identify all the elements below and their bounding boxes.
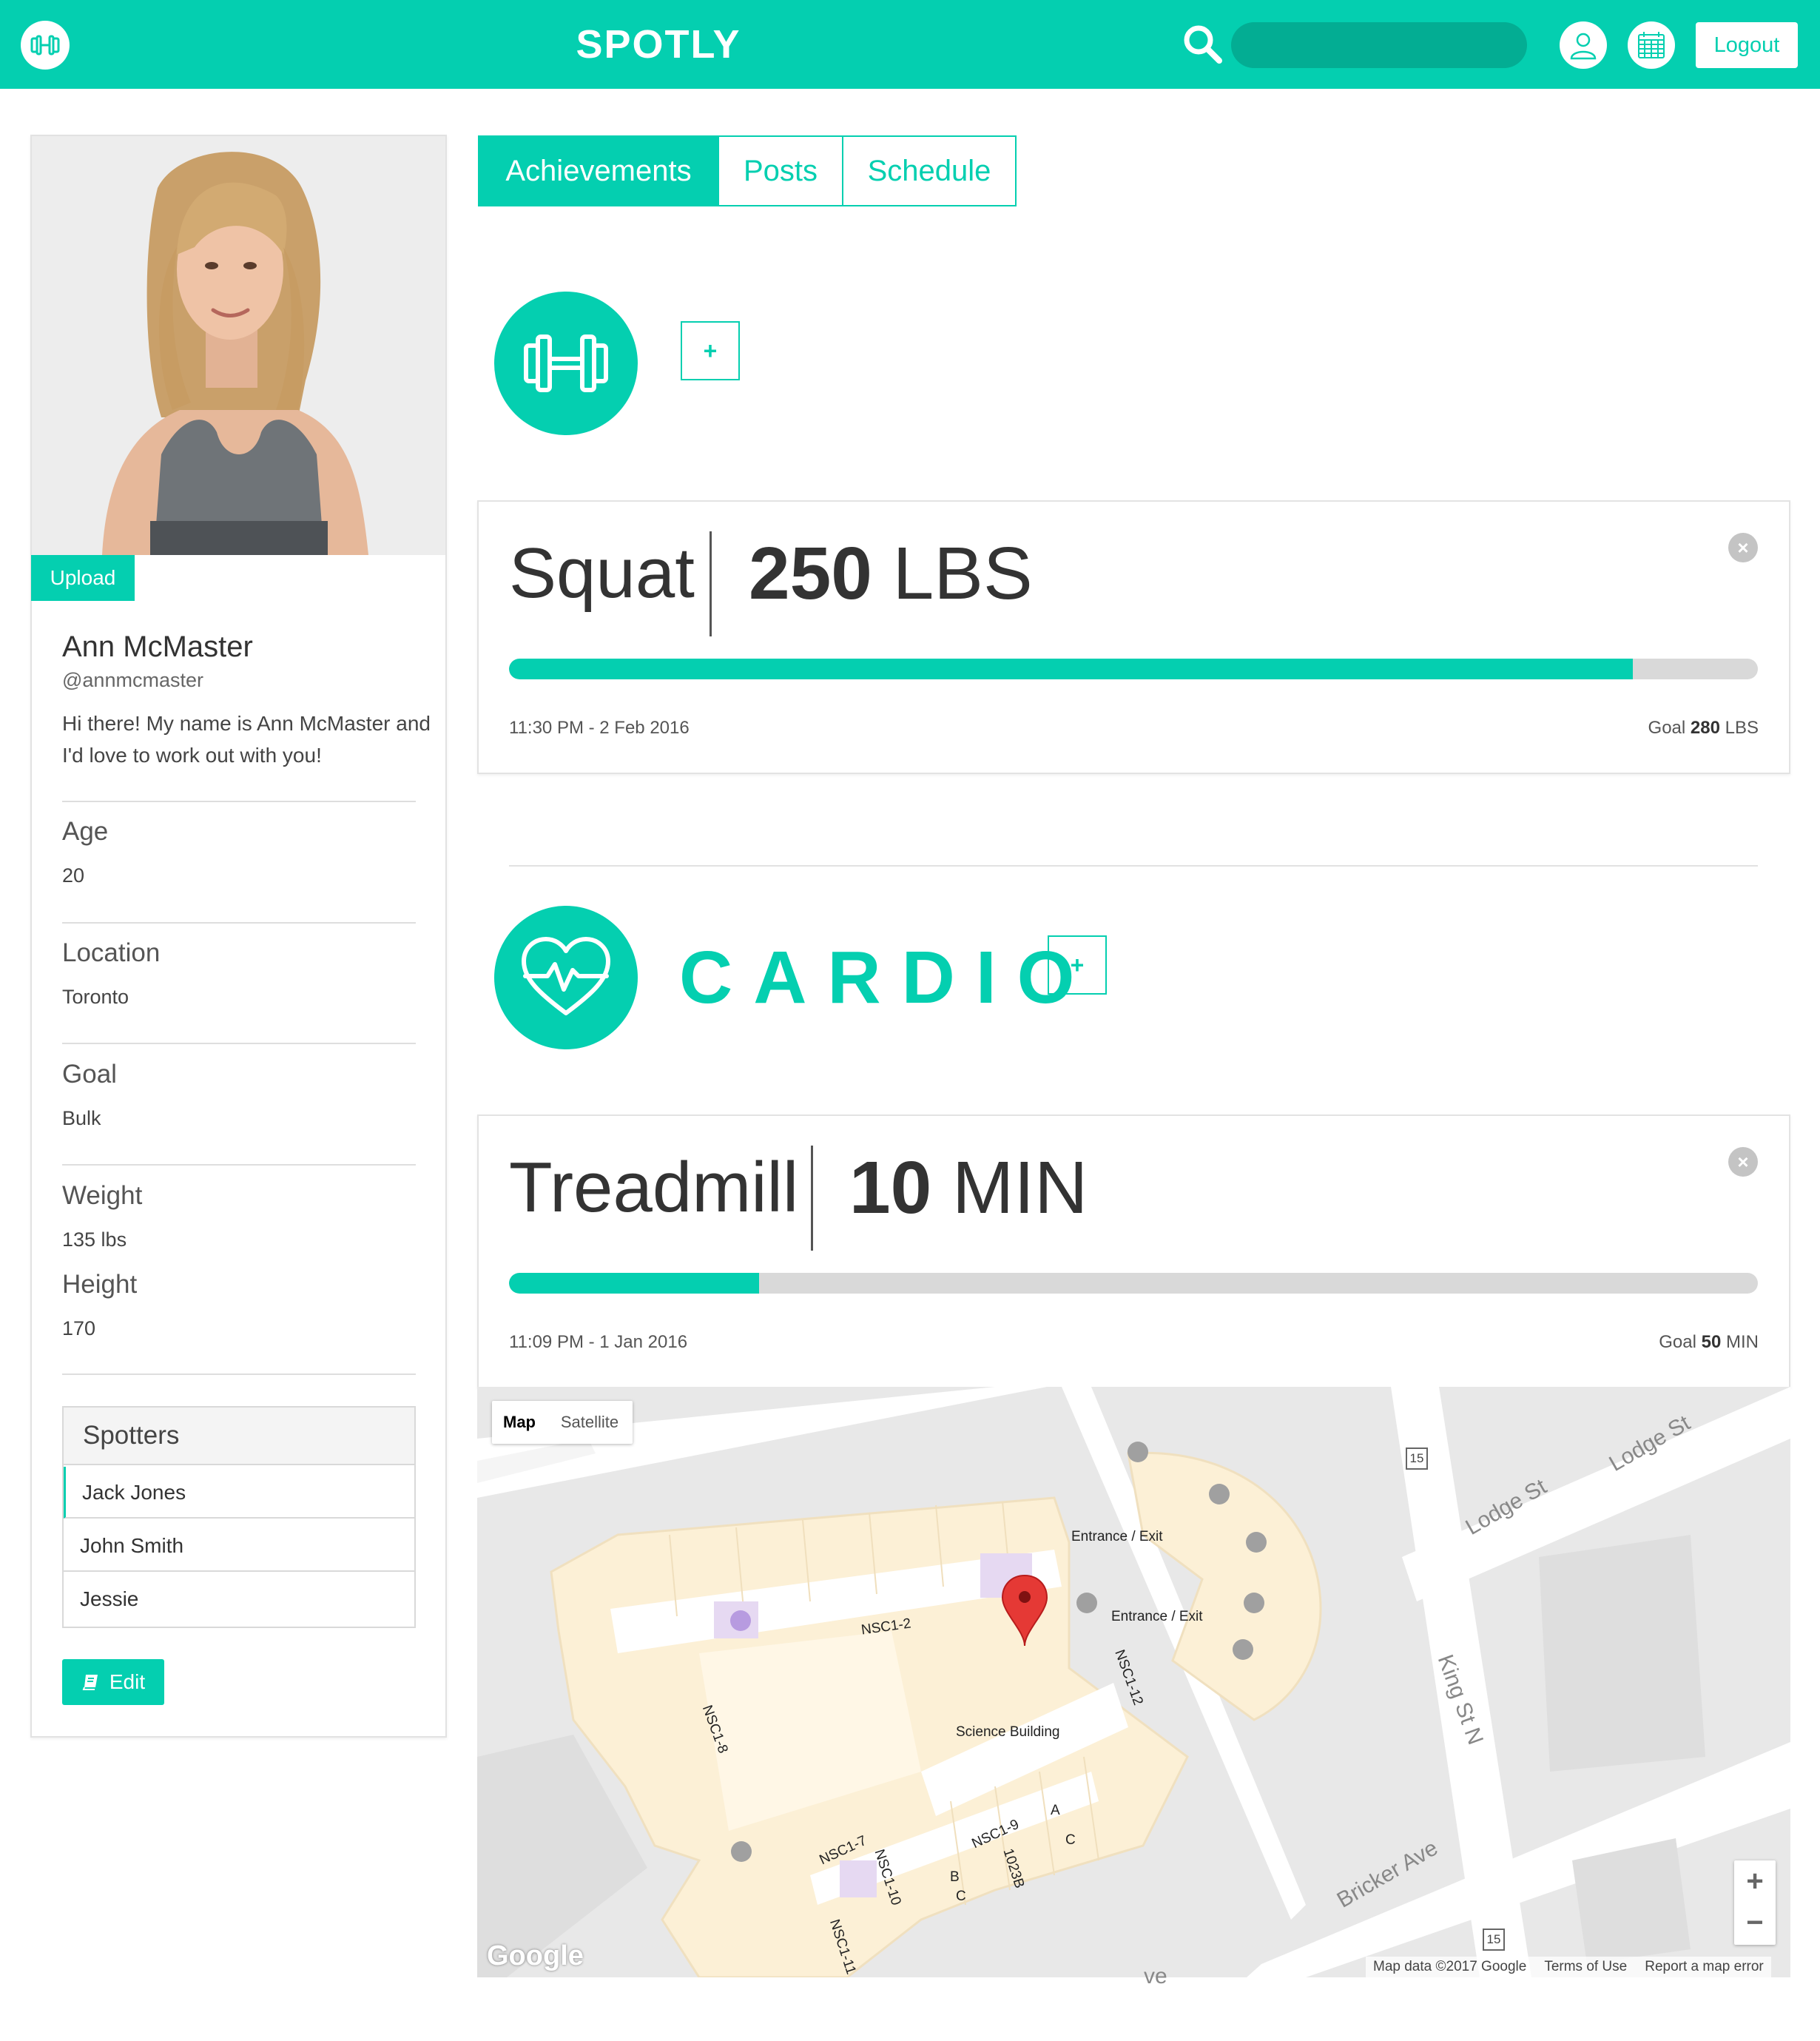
achievement-timestamp: 11:30 PM - 2 Feb 2016 <box>509 718 690 738</box>
location-label: Location <box>62 938 161 967</box>
achievement-value: 250 LBS <box>749 531 1033 616</box>
achievement-unit: MIN <box>952 1146 1088 1229</box>
map-attribution: Map data ©2017 Google <box>1373 1959 1527 1974</box>
close-icon[interactable]: × <box>1728 1147 1758 1177</box>
map-label: A <box>1051 1803 1060 1818</box>
spotters-title: Spotters <box>64 1408 414 1465</box>
age-label: Age <box>62 817 109 846</box>
achievement-name: Treadmill <box>509 1148 799 1227</box>
google-logo: Google <box>487 1940 584 1971</box>
achievement-value: 10 MIN <box>849 1146 1088 1231</box>
search-input[interactable] <box>1231 22 1527 68</box>
terms-link[interactable]: Terms of Use <box>1544 1959 1627 1975</box>
divider <box>62 1043 416 1044</box>
spotter-item[interactable]: Jessie <box>64 1573 414 1625</box>
section-divider <box>509 865 1758 867</box>
upload-photo-button[interactable]: Upload <box>31 555 135 601</box>
goal-label: Goal <box>1659 1332 1696 1352</box>
achievement-number: 250 <box>749 532 872 615</box>
achievement-goal: Goal 280 LBS <box>1648 718 1759 739</box>
cardio-title: CARDIO <box>679 936 1096 1019</box>
route-shield: 15 <box>1483 1929 1505 1951</box>
progress-bar <box>509 1273 1758 1294</box>
divider <box>811 1146 813 1251</box>
map-label: C <box>1065 1832 1076 1848</box>
map-label: Science Building <box>956 1724 1060 1740</box>
divider <box>62 1164 416 1166</box>
location-value: Toronto <box>62 986 129 1008</box>
divider <box>62 922 416 924</box>
progress-fill <box>509 659 1634 679</box>
goal-value: 50 <box>1701 1332 1722 1352</box>
report-error-link[interactable]: Report a map error <box>1645 1959 1764 1975</box>
dumbbell-icon <box>494 292 638 435</box>
map-type-button[interactable]: Map <box>492 1401 547 1444</box>
zoom-out-button[interactable]: − <box>1734 1902 1776 1943</box>
goal-label: Goal <box>1648 718 1686 738</box>
map-type-toggle: Map Satellite <box>492 1401 633 1444</box>
map-label: Entrance / Exit <box>1071 1529 1163 1544</box>
age-value: 20 <box>62 864 85 887</box>
map-label: C <box>956 1889 966 1904</box>
map-label: B <box>950 1869 960 1885</box>
heart-rate-icon <box>494 906 638 1049</box>
divider <box>62 801 416 802</box>
achievement-name: Squat <box>509 534 695 613</box>
goal-unit: MIN <box>1726 1332 1759 1352</box>
weight-value: 135 lbs <box>62 1228 127 1251</box>
height-label: Height <box>62 1270 138 1299</box>
add-cardio-button[interactable]: + <box>1048 935 1107 995</box>
map-footer: Map data ©2017 Google Terms of Use Repor… <box>1366 1957 1771 1977</box>
satellite-type-button[interactable]: Satellite <box>547 1401 633 1444</box>
app-brand[interactable]: SPOTLY <box>518 18 799 71</box>
goal-unit: LBS <box>1725 718 1759 738</box>
progress-bar <box>509 659 1758 679</box>
logout-button[interactable]: Logout <box>1696 22 1798 68</box>
book-icon <box>81 1672 101 1692</box>
weight-label: Weight <box>62 1181 143 1210</box>
route-shield: 15 <box>1406 1447 1428 1470</box>
goal-label: Goal <box>62 1060 117 1089</box>
height-value: 170 <box>62 1317 96 1339</box>
profile-handle: @annmcmaster <box>62 669 203 691</box>
close-icon[interactable]: × <box>1728 533 1758 562</box>
profile-photo <box>32 136 445 555</box>
dumbbell-logo-icon[interactable] <box>21 21 70 70</box>
tab-achievements[interactable]: Achievements <box>478 135 719 206</box>
calendar-icon[interactable] <box>1628 21 1675 69</box>
tab-schedule[interactable]: Schedule <box>842 135 1017 206</box>
achievement-unit: LBS <box>892 532 1033 615</box>
divider <box>62 1373 416 1375</box>
edit-label: Edit <box>109 1670 146 1693</box>
street-label: ve <box>1144 1964 1167 1988</box>
add-strength-button[interactable]: + <box>681 321 740 380</box>
goal-value: 280 <box>1690 718 1720 738</box>
spotter-item[interactable]: John Smith <box>64 1520 414 1572</box>
achievement-number: 10 <box>849 1146 932 1229</box>
search-icon[interactable] <box>1181 22 1225 67</box>
profile-bio: Hi there! My name is Ann McMaster and I'… <box>62 712 431 767</box>
progress-fill <box>509 1273 759 1294</box>
achievement-goal: Goal 50 MIN <box>1659 1332 1759 1353</box>
goal-value: Bulk <box>62 1107 101 1129</box>
spotter-item[interactable]: Jack Jones <box>64 1467 414 1519</box>
top-navbar <box>0 0 1820 89</box>
edit-profile-button[interactable]: Edit <box>62 1659 164 1705</box>
tab-posts[interactable]: Posts <box>718 135 843 206</box>
map-label: Entrance / Exit <box>1111 1609 1203 1624</box>
achievement-timestamp: 11:09 PM - 1 Jan 2016 <box>509 1332 688 1352</box>
profile-user-icon[interactable] <box>1560 21 1607 69</box>
divider <box>710 531 712 636</box>
zoom-in-button[interactable]: + <box>1734 1860 1776 1902</box>
profile-name: Ann McMaster <box>62 631 253 663</box>
